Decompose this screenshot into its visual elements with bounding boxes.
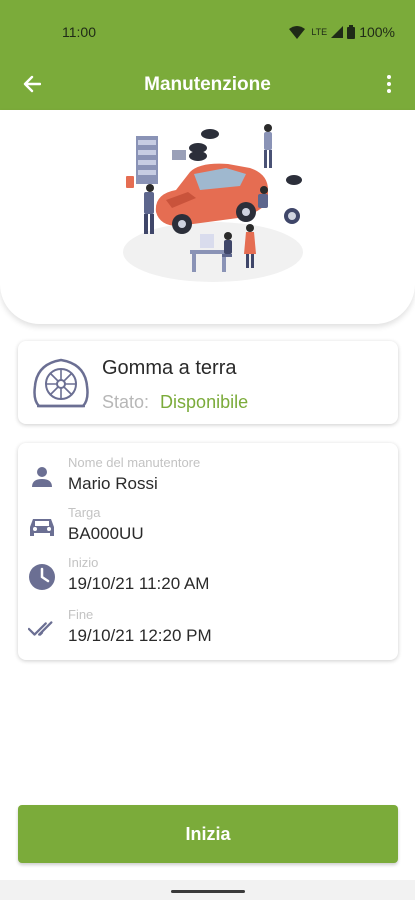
detail-plate: Targa BA000UU — [18, 505, 398, 555]
double-check-icon — [28, 615, 56, 643]
car-icon — [28, 513, 56, 541]
status-time: 11:00 — [62, 24, 96, 40]
end-value: 19/10/21 12:20 PM — [68, 626, 212, 645]
flat-tire-icon — [33, 358, 89, 408]
navigation-bar — [0, 880, 415, 900]
wifi-icon — [289, 25, 306, 39]
status-icons: LTE 100% — [289, 24, 395, 40]
signal-icon — [331, 26, 344, 38]
app-bar: Manutenzione — [0, 64, 415, 110]
end-label: Fine — [68, 607, 94, 622]
issue-title: Gomma a terra — [102, 357, 237, 379]
more-vertical-icon — [387, 75, 391, 93]
details-card: Nome del manutentore Mario Rossi Targa B… — [18, 443, 398, 660]
detail-start: Inizio 19/10/21 11:20 AM — [18, 555, 398, 605]
start-button[interactable]: Inizia — [18, 805, 398, 863]
overflow-menu-button[interactable] — [379, 70, 399, 98]
detail-technician: Nome del manutentore Mario Rossi — [18, 455, 398, 505]
battery-icon — [347, 25, 356, 39]
page-title: Manutenzione — [144, 74, 271, 95]
car-repair-illustration — [123, 124, 303, 282]
status-row: Stato: Disponibile — [102, 392, 248, 413]
plate-value: BA000UU — [68, 524, 144, 543]
plate-label: Targa — [68, 505, 101, 520]
person-icon — [28, 463, 56, 491]
battery-level: 100% — [359, 24, 395, 40]
status-label: Stato: — [102, 392, 150, 412]
technician-value: Mario Rossi — [68, 474, 158, 493]
detail-end: Fine 19/10/21 12:20 PM — [18, 607, 398, 657]
clock-icon — [28, 563, 56, 591]
network-label: LTE — [311, 27, 328, 37]
status-bar: 11:00 LTE 100% — [0, 0, 415, 64]
issue-card: Gomma a terra Stato: Disponibile — [18, 341, 398, 424]
start-value: 19/10/21 11:20 AM — [68, 574, 210, 593]
hero-panel — [0, 110, 415, 324]
start-label: Inizio — [68, 555, 99, 570]
technician-label: Nome del manutentore — [68, 455, 201, 470]
status-value: Disponibile — [160, 392, 249, 412]
home-gesture-handle[interactable] — [171, 890, 245, 893]
